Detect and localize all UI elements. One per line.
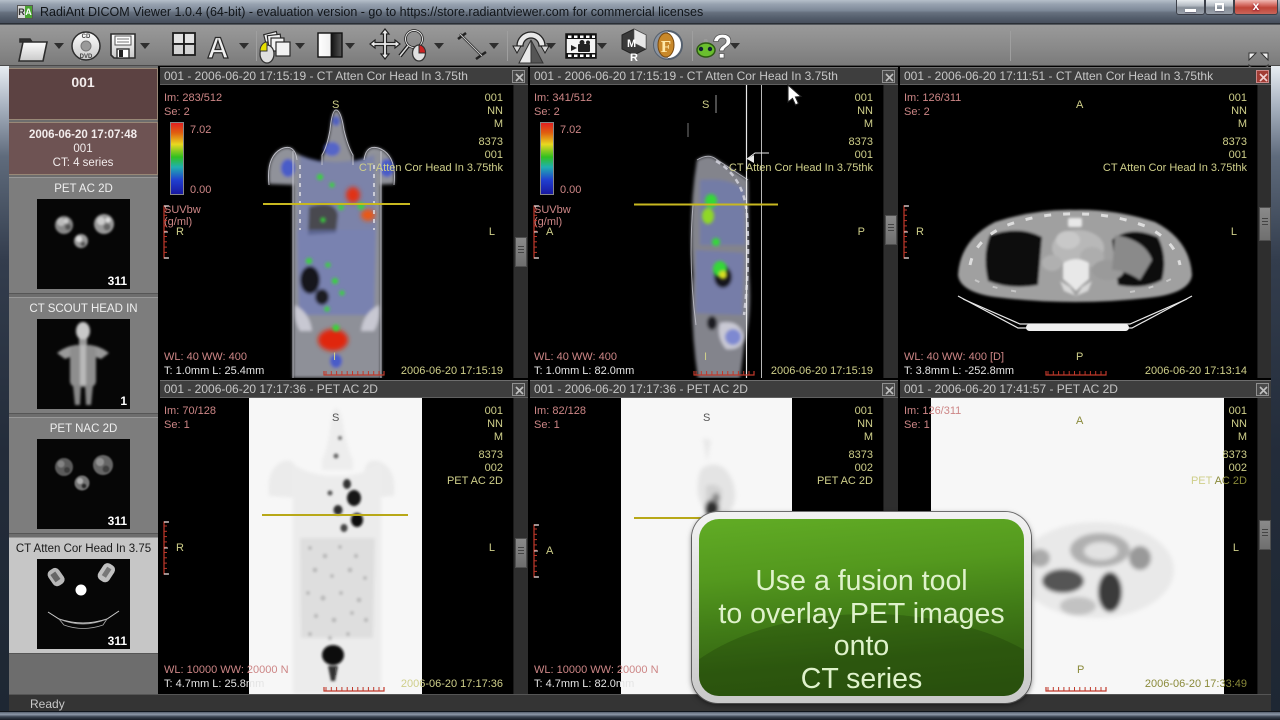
svg-text:M: M [627, 38, 636, 50]
svg-text:DVD: DVD [80, 54, 93, 60]
svg-text:A: A [207, 32, 229, 65]
svg-text:F: F [661, 37, 671, 56]
svg-text:R: R [630, 52, 638, 64]
svg-text:CD: CD [82, 34, 91, 40]
svg-text:?: ? [712, 28, 733, 66]
